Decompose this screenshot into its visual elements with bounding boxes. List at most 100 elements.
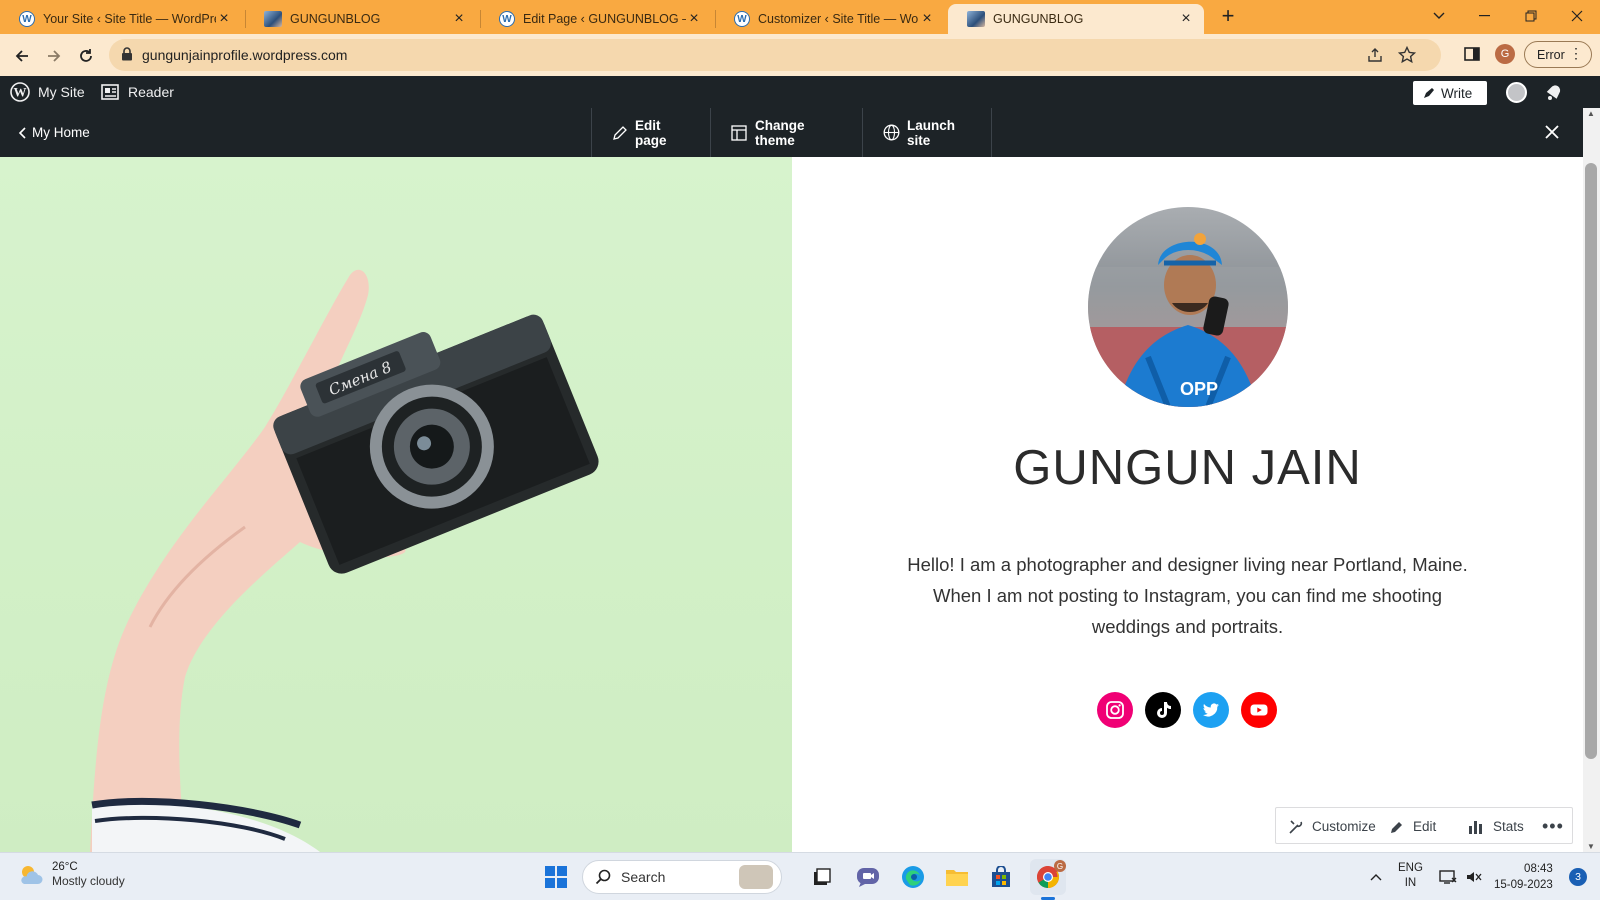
write-label: Write xyxy=(1441,85,1473,101)
edit-button[interactable]: Edit xyxy=(1390,808,1436,845)
bookmark-star-icon[interactable] xyxy=(1398,46,1416,64)
my-site-link[interactable]: W My Site xyxy=(10,76,85,108)
profile-image-icon xyxy=(264,11,282,27)
share-icon[interactable] xyxy=(1367,47,1383,63)
lock-icon[interactable] xyxy=(121,47,133,61)
wordpress-icon: W xyxy=(19,11,35,27)
tab-search-chevron-icon[interactable] xyxy=(1416,0,1462,32)
youtube-icon[interactable] xyxy=(1241,692,1277,728)
my-home-label: My Home xyxy=(32,125,90,140)
scroll-down-arrow-icon[interactable]: ▼ xyxy=(1587,842,1595,851)
taskbar-search[interactable]: Search xyxy=(582,860,782,894)
change-theme-button[interactable]: Change theme xyxy=(710,108,862,157)
chrome-profile-badge: G xyxy=(1054,860,1066,872)
microsoft-store-icon[interactable] xyxy=(985,861,1017,893)
notifications-bell-icon[interactable] xyxy=(1544,76,1564,108)
globe-icon xyxy=(883,124,900,141)
windows-start-icon[interactable] xyxy=(540,861,572,893)
profile-photo: OPP xyxy=(1088,207,1288,407)
tab-title: Customizer ‹ Site Title — WordPress xyxy=(758,12,919,26)
edit-page-button[interactable]: Edit page xyxy=(591,108,710,157)
wp-admin-bar: W My Site Reader Write xyxy=(0,76,1600,108)
launch-site-button[interactable]: Launch site xyxy=(862,108,992,157)
wordpress-icon: W xyxy=(734,11,750,27)
layout-icon xyxy=(731,124,747,141)
edge-browser-icon[interactable] xyxy=(897,861,929,893)
edit-label: Edit xyxy=(1413,819,1437,834)
tools-icon xyxy=(1288,819,1304,835)
language-indicator[interactable]: ENG IN xyxy=(1398,861,1423,891)
file-explorer-icon[interactable] xyxy=(941,861,973,893)
tab-title: GUNGUNBLOG xyxy=(993,12,1084,26)
tab-gungunblog-active[interactable]: GUNGUNBLOG × xyxy=(948,4,1204,34)
system-clock[interactable]: 08:43 15-09-2023 xyxy=(1494,861,1553,893)
close-icon[interactable]: × xyxy=(451,10,467,27)
close-preview-icon[interactable] xyxy=(1540,120,1564,144)
more-options-icon[interactable]: ••• xyxy=(1542,808,1564,845)
close-icon[interactable]: × xyxy=(1178,10,1194,27)
tab-edit-page[interactable]: W Edit Page ‹ GUNGUNBLOG — WordPress × xyxy=(480,4,712,34)
customize-button[interactable]: Customize xyxy=(1288,808,1376,845)
hero-image: Смена 8 xyxy=(0,157,792,852)
forward-button[interactable] xyxy=(40,42,68,70)
tiktok-icon[interactable] xyxy=(1145,692,1181,728)
user-avatar[interactable] xyxy=(1506,82,1527,103)
site-preview-bar: My Home Edit page Change theme Launch si… xyxy=(0,108,1583,157)
browser-tab-bar: W Your Site ‹ Site Title — WordPress × G… xyxy=(0,0,1600,34)
chrome-browser-icon[interactable]: G xyxy=(1030,859,1066,895)
error-button[interactable]: Error ⋮ xyxy=(1524,41,1592,68)
instagram-icon[interactable] xyxy=(1097,692,1133,728)
scrollbar-thumb[interactable] xyxy=(1585,163,1597,759)
launch-site-label: Launch site xyxy=(907,117,956,148)
task-view-icon[interactable] xyxy=(806,861,838,893)
scroll-up-arrow-icon[interactable]: ▲ xyxy=(1587,109,1595,118)
bar-chart-icon xyxy=(1468,820,1483,834)
address-bar[interactable]: gungunjainprofile.wordpress.com xyxy=(109,39,1441,71)
close-icon[interactable]: × xyxy=(919,10,935,27)
my-home-link[interactable]: My Home xyxy=(18,108,90,157)
reload-button[interactable] xyxy=(72,42,100,70)
side-panel-icon[interactable] xyxy=(1464,46,1480,62)
close-window-button[interactable] xyxy=(1554,0,1600,32)
social-links xyxy=(1097,692,1281,728)
region-code: IN xyxy=(1404,877,1417,889)
search-placeholder: Search xyxy=(621,869,666,885)
weather-condition: Mostly cloudy xyxy=(52,874,125,888)
site-title[interactable]: GUNGUN JAIN xyxy=(792,440,1583,496)
show-hidden-icons-chevron-icon[interactable] xyxy=(1360,861,1392,893)
notification-count-badge[interactable]: 3 xyxy=(1569,868,1587,886)
pencil-icon xyxy=(612,125,628,141)
hand-holding-camera-illustration: Смена 8 xyxy=(90,269,599,852)
tab-your-site[interactable]: W Your Site ‹ Site Title — WordPress × xyxy=(0,4,242,34)
tab-title: Your Site ‹ Site Title — WordPress xyxy=(43,12,216,26)
weather-widget[interactable]: 26°C Mostly cloudy xyxy=(18,861,125,888)
close-icon[interactable]: × xyxy=(686,10,702,27)
write-button[interactable]: Write xyxy=(1413,81,1487,105)
teams-chat-icon[interactable] xyxy=(852,861,884,893)
stats-label: Stats xyxy=(1493,819,1524,834)
volume-muted-icon[interactable] xyxy=(1458,861,1490,893)
change-theme-label: Change theme xyxy=(755,117,805,148)
tab-customizer[interactable]: W Customizer ‹ Site Title — WordPress × xyxy=(715,4,945,34)
back-button[interactable] xyxy=(8,42,36,70)
tab-gungunblog[interactable]: GUNGUNBLOG × xyxy=(245,4,477,34)
minimize-button[interactable] xyxy=(1462,0,1508,32)
search-icon xyxy=(595,869,611,885)
temperature: 26°C xyxy=(52,861,78,873)
new-tab-button[interactable]: + xyxy=(1216,5,1240,29)
kebab-menu-icon[interactable]: ⋮ xyxy=(1569,46,1583,60)
twitter-icon[interactable] xyxy=(1193,692,1229,728)
page-scrollbar[interactable]: ▲ ▼ xyxy=(1583,108,1600,852)
clock-time: 08:43 xyxy=(1524,863,1553,875)
stats-button[interactable]: Stats xyxy=(1468,808,1524,845)
tab-title: GUNGUNBLOG xyxy=(290,12,381,26)
close-icon[interactable]: × xyxy=(216,10,232,27)
site-content: OPP GUNGUN JAIN Hello! I am a photograph… xyxy=(792,157,1583,852)
floating-action-bar: Customize Edit Stats ••• xyxy=(1275,807,1573,844)
browser-toolbar: gungunjainprofile.wordpress.com G Error … xyxy=(0,34,1600,76)
reader-icon xyxy=(101,84,119,100)
restore-button[interactable] xyxy=(1508,0,1554,32)
reader-link[interactable]: Reader xyxy=(101,76,174,108)
customize-label: Customize xyxy=(1312,819,1376,834)
profile-avatar[interactable]: G xyxy=(1495,44,1515,64)
